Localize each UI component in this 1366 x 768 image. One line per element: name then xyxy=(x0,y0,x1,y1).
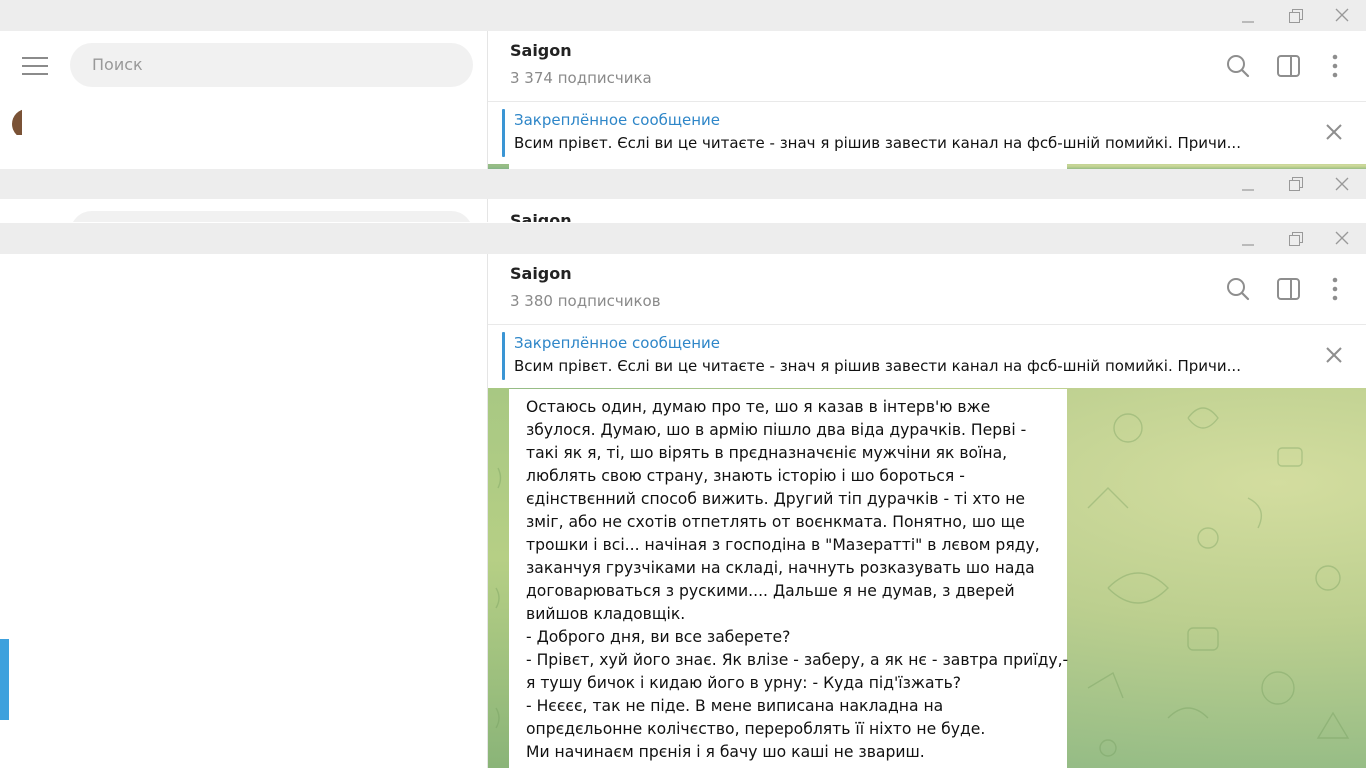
maximize-button[interactable] xyxy=(1273,1,1319,31)
message-line: Ми начинаєм прєнія і я бачу шо каші не з… xyxy=(526,743,925,761)
close-icon[interactable] xyxy=(1324,345,1344,365)
message-line: опрєдєльонне колічєство, перероблять її … xyxy=(526,720,986,738)
channel-title: Saigon xyxy=(510,211,572,222)
pinned-title: Закреплённое сообщение xyxy=(514,111,721,129)
window-top: Поиск Saigon 3 374 подписчика Закреплённ… xyxy=(0,0,1366,169)
title-bar xyxy=(0,169,1366,199)
search-icon[interactable] xyxy=(1223,274,1253,304)
pinned-title: Закреплённое сообщение xyxy=(514,334,721,352)
minimize-button[interactable] xyxy=(1225,225,1271,255)
close-window-button[interactable] xyxy=(1319,169,1365,199)
maximize-icon xyxy=(1289,9,1303,23)
sidebar: Поиск xyxy=(0,31,487,169)
sidebar xyxy=(0,199,487,222)
message-line: - Нєєєє, так не піде. В мене виписана на… xyxy=(526,697,944,715)
avatar[interactable] xyxy=(10,109,22,135)
window-close-icon xyxy=(1335,177,1349,191)
message-line: такі як я, ті, шо вірять в прєдназначєні… xyxy=(526,444,1008,462)
more-vertical-icon[interactable] xyxy=(1320,51,1350,81)
title-bar xyxy=(0,0,1366,31)
close-window-button[interactable] xyxy=(1319,0,1365,30)
message-line: - Доброго дня, ви все заберете? xyxy=(526,628,791,646)
window-close-icon xyxy=(1335,8,1349,22)
pinned-text: Всим прівєт. Єслі ви це читаєте - знач я… xyxy=(514,134,1241,152)
maximize-icon xyxy=(1289,232,1303,246)
message-line: збулося. Думаю, шо в армію пішло два від… xyxy=(526,421,1027,439)
message-line: заканчуя грузчіками на складі, начнуть р… xyxy=(526,559,1035,577)
more-vertical-icon[interactable] xyxy=(1320,274,1350,304)
channel-title: Saigon xyxy=(510,264,572,283)
subscriber-count: 3 374 подписчика xyxy=(510,69,652,87)
message-line: вийшов кладовщік. xyxy=(526,605,686,623)
selected-chat-indicator xyxy=(0,639,9,720)
channel-title: Saigon xyxy=(510,41,572,60)
message-bubble[interactable]: Остаюсь один, думаю про те, шо я казав в… xyxy=(509,389,1069,768)
minimize-button[interactable] xyxy=(1225,170,1271,200)
message-line: єдінствєнний способ вижить. Другий тіп д… xyxy=(526,490,1026,508)
subscriber-count: 3 380 подписчиков xyxy=(510,292,661,310)
maximize-icon xyxy=(1289,177,1303,191)
pinned-message[interactable]: Закреплённое сообщение Всим прівєт. Єслі… xyxy=(488,324,1366,388)
window-close-icon xyxy=(1335,231,1349,245)
message-line: - Прівєт, хуй його знає. Як влізе - забе… xyxy=(526,651,1069,669)
chat-header[interactable]: Saigon xyxy=(488,199,1366,222)
message-line: зміг, або не схотів отпетлять от воєнкма… xyxy=(526,513,1025,531)
maximize-button[interactable] xyxy=(1273,169,1319,199)
message-line: люблять свою страну, знають історію і шо… xyxy=(526,467,965,485)
title-bar xyxy=(0,223,1366,254)
search-input[interactable] xyxy=(70,211,473,222)
menu-icon[interactable] xyxy=(22,57,48,77)
search-input[interactable]: Поиск xyxy=(70,43,473,87)
search-icon[interactable] xyxy=(1223,51,1253,81)
pinned-accent-bar xyxy=(502,109,505,157)
close-window-button[interactable] xyxy=(1319,223,1365,253)
minimize-icon xyxy=(1242,21,1254,23)
window-middle: Saigon xyxy=(0,169,1366,222)
message-line: договарюваться з рускими.... Дальше я не… xyxy=(526,582,1015,600)
sidebar-toggle-icon[interactable] xyxy=(1274,51,1304,81)
message-line: трошки і всі... начіная з господіна в "М… xyxy=(526,536,1040,554)
sidebar-toggle-icon[interactable] xyxy=(1274,274,1304,304)
message-line: я тушу бичок і кидаю його в урну: - Куда… xyxy=(526,674,962,692)
maximize-button[interactable] xyxy=(1273,224,1319,254)
minimize-icon xyxy=(1242,244,1254,246)
search-placeholder: Поиск xyxy=(92,55,143,74)
chat-header[interactable]: Saigon 3 380 подписчиков xyxy=(488,254,1366,324)
close-icon[interactable] xyxy=(1324,122,1344,142)
minimize-button[interactable] xyxy=(1225,2,1271,32)
message-line: Остаюсь один, думаю про те, шо я казав в… xyxy=(526,398,991,416)
minimize-icon xyxy=(1242,189,1254,191)
pinned-text: Всим прівєт. Єслі ви це читаєте - знач я… xyxy=(514,357,1241,375)
chat-header[interactable]: Saigon 3 374 подписчика xyxy=(488,31,1366,101)
pinned-accent-bar xyxy=(502,332,505,380)
sidebar xyxy=(0,254,487,768)
pinned-message[interactable]: Закреплённое сообщение Всим прівєт. Єслі… xyxy=(488,101,1366,164)
message-text: Остаюсь один, думаю про те, шо я казав в… xyxy=(526,396,1069,764)
